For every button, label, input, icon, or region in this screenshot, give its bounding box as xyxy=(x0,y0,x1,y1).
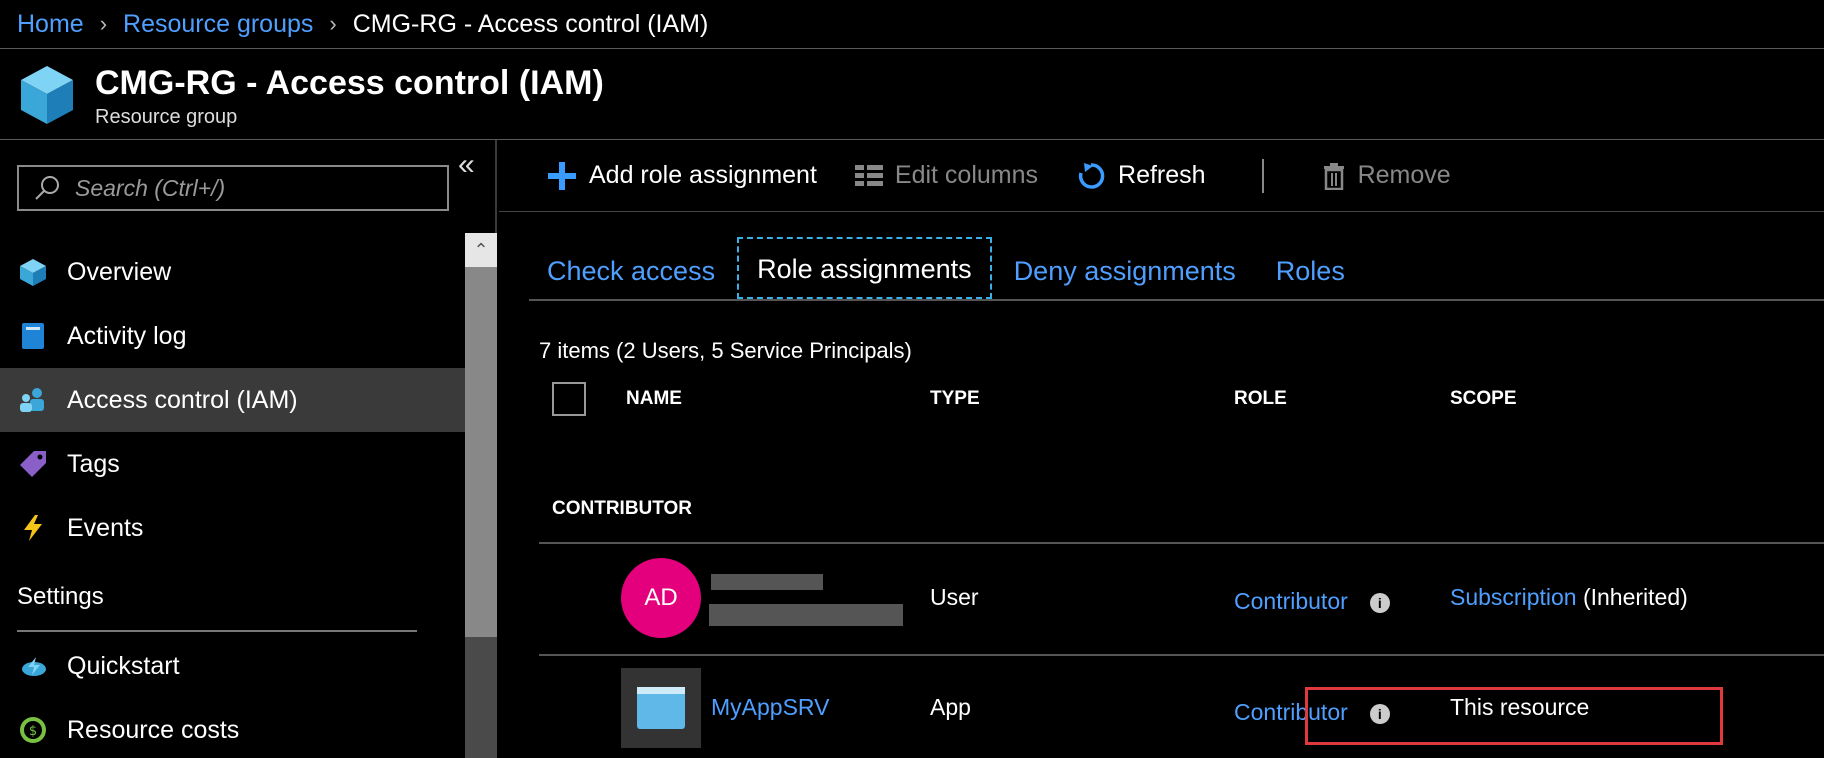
sidebar-item-label: Resource costs xyxy=(67,715,240,744)
sidebar-item-label: Overview xyxy=(67,257,172,286)
sidebar-item-label: Tags xyxy=(67,449,120,478)
svg-text:$: $ xyxy=(29,724,37,739)
add-role-assignment-button[interactable]: Add role assignment xyxy=(547,161,817,191)
iam-icon xyxy=(17,384,49,416)
table-row[interactable]: AD User Contributor i Subscription (Inher… xyxy=(539,544,1824,654)
page-header: CMG-RG - Access control (IAM) Resource g… xyxy=(0,50,1824,140)
scope-cell: Subscription (Inherited) xyxy=(1450,584,1688,611)
tab-check-access[interactable]: Check access xyxy=(529,239,733,299)
column-header-role[interactable]: ROLE xyxy=(1234,388,1287,410)
scroll-up-icon[interactable]: ⌃ xyxy=(465,233,497,267)
chevron-right-icon: › xyxy=(329,11,337,36)
highlight-box xyxy=(1305,687,1723,745)
refresh-icon xyxy=(1076,161,1106,191)
scope-link[interactable]: Subscription xyxy=(1450,584,1577,610)
refresh-button[interactable]: Refresh xyxy=(1076,161,1206,191)
quickstart-icon xyxy=(17,650,49,682)
refresh-label: Refresh xyxy=(1118,161,1206,189)
group-header-contributor: CONTRIBUTOR xyxy=(552,498,693,519)
tab-roles[interactable]: Roles xyxy=(1258,239,1363,299)
scrollbar-thumb[interactable] xyxy=(465,267,497,637)
column-header-type[interactable]: TYPE xyxy=(930,388,980,410)
breadcrumb: Home › Resource groups › CMG-RG - Access… xyxy=(0,0,1824,49)
sidebar-item-activity-log[interactable]: Activity log xyxy=(0,304,465,368)
tag-icon xyxy=(17,448,49,480)
breadcrumb-home-link[interactable]: Home xyxy=(17,10,84,39)
add-role-assignment-label: Add role assignment xyxy=(589,161,817,189)
sidebar-item-resource-costs[interactable]: $ Resource costs xyxy=(0,698,465,758)
divider xyxy=(17,630,417,632)
sidebar: « Overview Activity log Access control (… xyxy=(0,140,497,758)
sidebar-item-label: Events xyxy=(67,513,144,542)
column-header-name[interactable]: NAME xyxy=(626,388,682,410)
tab-deny-assignments[interactable]: Deny assignments xyxy=(996,239,1254,299)
page-title: CMG-RG - Access control (IAM) xyxy=(95,64,604,102)
scope-suffix: (Inherited) xyxy=(1582,584,1688,610)
breadcrumb-resource-groups-link[interactable]: Resource groups xyxy=(123,10,313,39)
main-content: Add role assignment Edit columns Refresh… xyxy=(499,140,1824,758)
remove-button[interactable]: Remove xyxy=(1322,161,1451,190)
redacted-email xyxy=(709,604,903,626)
select-all-checkbox[interactable] xyxy=(552,382,586,416)
search-input[interactable] xyxy=(75,174,435,202)
app-name-link[interactable]: MyAppSRV xyxy=(711,694,829,721)
role-link[interactable]: Contributor xyxy=(1234,588,1348,614)
sidebar-scrollbar[interactable]: ⌃ xyxy=(465,233,497,758)
tab-bar: Check access Role assignments Deny assig… xyxy=(529,237,1824,301)
overview-icon xyxy=(17,256,49,288)
sidebar-item-access-control[interactable]: Access control (IAM) xyxy=(0,368,465,432)
type-cell: User xyxy=(930,584,979,610)
tab-role-assignments[interactable]: Role assignments xyxy=(737,237,992,299)
sidebar-item-overview[interactable]: Overview xyxy=(0,240,465,304)
sidebar-item-label: Activity log xyxy=(67,321,187,350)
app-service-icon xyxy=(621,668,701,748)
cost-icon: $ xyxy=(17,714,49,746)
trash-icon xyxy=(1322,162,1346,190)
sidebar-item-label: Access control (IAM) xyxy=(67,385,298,414)
double-chevron-left-icon[interactable]: « xyxy=(458,148,475,182)
sidebar-item-tags[interactable]: Tags xyxy=(0,432,465,496)
info-icon[interactable]: i xyxy=(1369,592,1390,613)
redacted-name xyxy=(711,574,823,590)
page-subtitle: Resource group xyxy=(95,106,238,128)
breadcrumb-current: CMG-RG - Access control (IAM) xyxy=(352,9,709,38)
avatar: AD xyxy=(621,558,701,638)
sidebar-settings-nav: Quickstart $ Resource costs xyxy=(0,634,465,758)
toolbar-divider xyxy=(1261,158,1264,193)
chevron-right-icon: › xyxy=(99,11,108,36)
type-cell: App xyxy=(930,694,971,720)
sidebar-item-events[interactable]: Events xyxy=(0,496,465,560)
columns-icon xyxy=(854,164,883,188)
role-cell: Contributor i xyxy=(1234,588,1390,615)
sidebar-nav: Overview Activity log Access control (IA… xyxy=(0,240,465,560)
command-bar: Add role assignment Edit columns Refresh… xyxy=(499,140,1824,212)
activity-log-icon xyxy=(17,320,49,352)
sidebar-item-quickstart[interactable]: Quickstart xyxy=(0,634,465,698)
sidebar-item-label: Quickstart xyxy=(67,651,180,680)
items-summary: 7 items (2 Users, 5 Service Principals) xyxy=(539,338,912,363)
edit-columns-button[interactable]: Edit columns xyxy=(854,161,1039,190)
table-header: NAME TYPE ROLE SCOPE xyxy=(539,372,1824,422)
section-settings: Settings xyxy=(17,583,104,610)
resource-group-cube-icon xyxy=(21,66,73,124)
remove-label: Remove xyxy=(1357,161,1451,189)
search-icon xyxy=(35,176,59,200)
plus-icon xyxy=(547,161,577,191)
column-header-scope[interactable]: SCOPE xyxy=(1450,388,1517,410)
edit-columns-label: Edit columns xyxy=(894,161,1039,189)
lightning-icon xyxy=(17,512,49,544)
search-box[interactable] xyxy=(17,165,449,211)
